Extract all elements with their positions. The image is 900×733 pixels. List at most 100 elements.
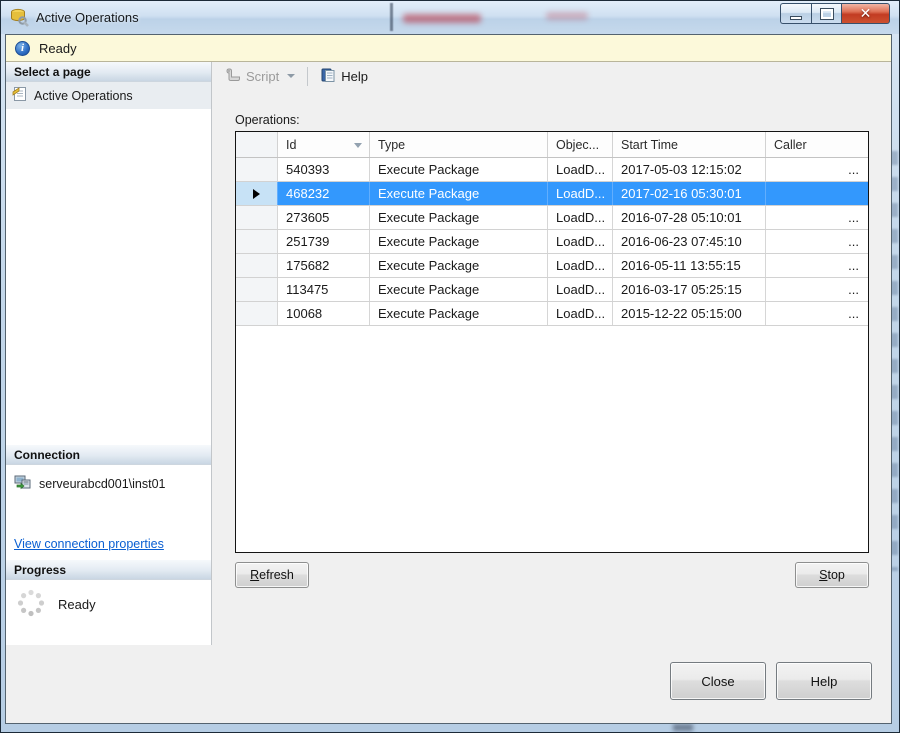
- script-label: Script: [246, 68, 280, 84]
- minimize-icon: [790, 15, 802, 20]
- column-header-start-time[interactable]: Start Time: [613, 132, 766, 157]
- cell-id: 273605: [278, 206, 370, 229]
- table-row[interactable]: 175682 Execute Package LoadD... 2016-05-…: [236, 254, 868, 278]
- status-text: Ready: [39, 40, 77, 56]
- progress-header: Progress: [6, 560, 211, 580]
- glass-artifact: [546, 12, 588, 20]
- close-icon: ✕: [859, 5, 872, 21]
- active-operations-dialog: Active Operations ✕ i Ready Select a pag…: [0, 0, 900, 733]
- column-header-id-label: Id: [286, 137, 297, 152]
- table-row[interactable]: 10068 Execute Package LoadD... 2015-12-2…: [236, 302, 868, 326]
- progress-status: Ready: [58, 597, 96, 612]
- table-actions: Refresh Stop: [235, 562, 869, 588]
- stop-button[interactable]: Stop: [795, 562, 869, 588]
- table-row[interactable]: 251739 Execute Package LoadD... 2016-06-…: [236, 230, 868, 254]
- connection-header: Connection: [6, 445, 211, 465]
- cell-start-time: 2016-03-17 05:25:15: [613, 278, 766, 301]
- maximize-button[interactable]: [811, 3, 842, 24]
- cell-object: LoadD...: [548, 206, 613, 229]
- cell-type: Execute Package: [370, 230, 548, 253]
- help-toolbar-button[interactable]: Help: [316, 65, 372, 88]
- cell-id: 10068: [278, 302, 370, 325]
- cell-caller: ...: [848, 162, 859, 177]
- column-header-id[interactable]: Id: [278, 132, 370, 157]
- sidebar: Select a page Active Operations Connecti…: [6, 62, 212, 645]
- view-connection-properties-link[interactable]: View connection properties: [14, 537, 211, 551]
- spinner-icon: [16, 588, 46, 621]
- row-selector-cell[interactable]: [236, 230, 278, 253]
- select-a-page-header: Select a page: [6, 62, 211, 82]
- sort-descending-icon: [354, 143, 362, 148]
- dialog-content-frame: i Ready Select a page Active Operations …: [5, 34, 892, 724]
- cell-start-time: 2017-02-16 05:30:01: [613, 182, 766, 205]
- table-row[interactable]: 273605 Execute Package LoadD... 2016-07-…: [236, 206, 868, 230]
- column-header-object[interactable]: Objec...: [548, 132, 613, 157]
- cell-start-time: 2016-05-11 13:55:15: [613, 254, 766, 277]
- page-icon: [12, 86, 28, 105]
- cell-object: LoadD...: [548, 158, 613, 181]
- cell-start-time: 2016-06-23 07:45:10: [613, 230, 766, 253]
- table-row[interactable]: 468232 Execute Package LoadD... 2017-02-…: [236, 182, 868, 206]
- titlebar[interactable]: Active Operations ✕: [1, 1, 899, 34]
- maximize-icon: [819, 7, 834, 20]
- table-row[interactable]: 540393 Execute Package LoadD... 2017-05-…: [236, 158, 868, 182]
- close-window-button[interactable]: ✕: [842, 3, 890, 24]
- cell-start-time: 2017-05-03 12:15:02: [613, 158, 766, 181]
- sidebar-item-active-operations[interactable]: Active Operations: [6, 82, 211, 109]
- row-selector-cell[interactable]: [236, 182, 278, 205]
- help-toolbar-label: Help: [341, 68, 368, 84]
- cell-type: Execute Package: [370, 254, 548, 277]
- cell-id: 175682: [278, 254, 370, 277]
- progress-indicator: Ready: [6, 580, 211, 621]
- footer: Close Help: [6, 645, 891, 723]
- cell-caller: ...: [848, 282, 859, 297]
- glass-artifact: [673, 724, 693, 731]
- cell-object: LoadD...: [548, 230, 613, 253]
- current-row-arrow-icon: [253, 188, 260, 199]
- connection-item: serveurabcd001\inst01: [6, 465, 211, 497]
- cell-type: Execute Package: [370, 182, 548, 205]
- operations-table[interactable]: Id Type Objec... Start Time Caller 54039…: [235, 131, 869, 553]
- connection-name: serveurabcd001\inst01: [39, 476, 166, 491]
- cell-caller: ...: [848, 234, 859, 249]
- cell-object: LoadD...: [548, 302, 613, 325]
- close-button[interactable]: Close: [670, 662, 766, 700]
- cell-id: 113475: [278, 278, 370, 301]
- column-header-caller[interactable]: Caller: [766, 132, 868, 157]
- window-title: Active Operations: [36, 10, 139, 25]
- info-icon: i: [15, 40, 30, 56]
- main-panel: Script Help Operations: Id Type Objec...…: [212, 62, 891, 645]
- row-selector-cell[interactable]: [236, 254, 278, 277]
- cell-object: LoadD...: [548, 278, 613, 301]
- row-selector-header[interactable]: [236, 132, 278, 157]
- row-selector-cell[interactable]: [236, 206, 278, 229]
- row-selector-cell[interactable]: [236, 302, 278, 325]
- script-icon: [225, 67, 241, 85]
- refresh-button[interactable]: Refresh: [235, 562, 309, 588]
- cell-id: 468232: [278, 182, 370, 205]
- cell-type: Execute Package: [370, 278, 548, 301]
- column-header-type[interactable]: Type: [370, 132, 548, 157]
- row-selector-cell[interactable]: [236, 158, 278, 181]
- script-button[interactable]: Script: [221, 65, 299, 87]
- cell-caller: ...: [848, 258, 859, 273]
- cell-object: LoadD...: [548, 182, 613, 205]
- minimize-button[interactable]: [780, 3, 811, 24]
- glass-artifact: [403, 14, 481, 23]
- window-controls: ✕: [780, 3, 890, 24]
- table-row[interactable]: 113475 Execute Package LoadD... 2016-03-…: [236, 278, 868, 302]
- table-header: Id Type Objec... Start Time Caller: [236, 132, 868, 158]
- toolbar-separator: [307, 66, 309, 86]
- cell-object: LoadD...: [548, 254, 613, 277]
- row-selector-cell[interactable]: [236, 278, 278, 301]
- chevron-down-icon: [287, 74, 296, 78]
- toolbar: Script Help: [212, 62, 891, 90]
- cell-type: Execute Package: [370, 302, 548, 325]
- cell-start-time: 2016-07-28 05:10:01: [613, 206, 766, 229]
- cell-id: 251739: [278, 230, 370, 253]
- glass-artifact: [390, 3, 393, 31]
- help-button[interactable]: Help: [776, 662, 872, 700]
- server-icon: [14, 474, 31, 493]
- cell-caller: [766, 182, 868, 205]
- operations-label: Operations:: [235, 113, 300, 127]
